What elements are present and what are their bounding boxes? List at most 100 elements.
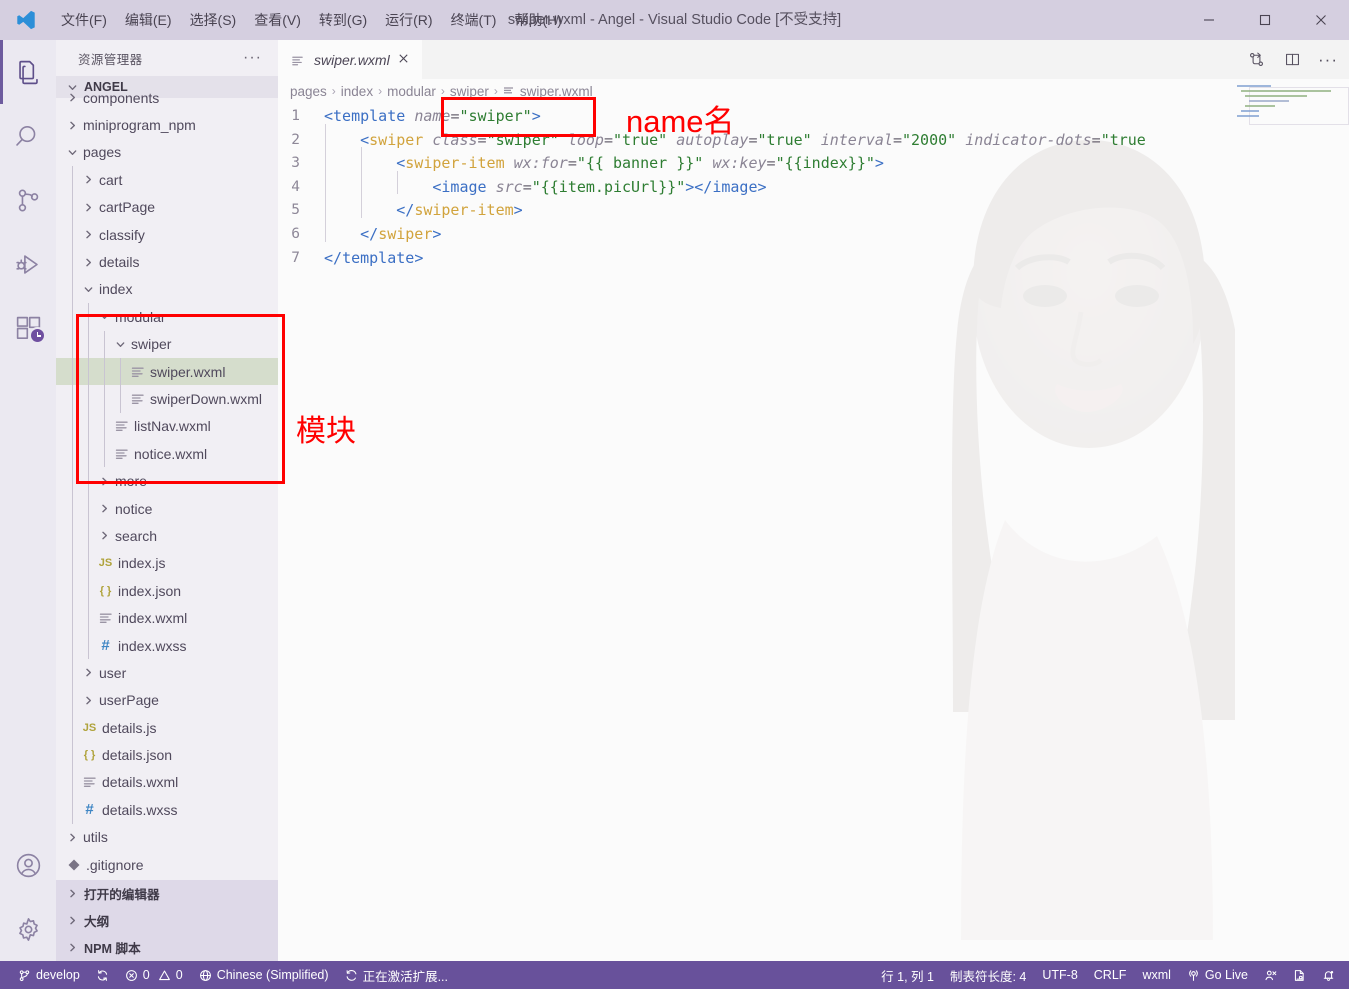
breadcrumb-item-modular[interactable]: modular: [387, 84, 436, 99]
minimize-icon[interactable]: [1181, 0, 1237, 40]
chevron-right-icon[interactable]: [80, 202, 96, 213]
breadcrumb-item-file[interactable]: swiper.wxml: [503, 84, 593, 99]
tree-item-swiperdown-wxml[interactable]: swiperDown.wxml: [56, 385, 278, 413]
tree-item--gitignore[interactable]: .gitignore: [56, 851, 278, 878]
code-editor-content[interactable]: 1 <template name="swiper"> 2 <swiper class…: [278, 103, 1349, 270]
chevron-right-icon[interactable]: [80, 257, 96, 268]
ellipsis-icon[interactable]: ···: [243, 50, 262, 66]
chevron-down-icon[interactable]: [112, 339, 128, 350]
tree-item-details-wxss[interactable]: # details.wxss: [56, 796, 278, 824]
tree-item-index-json[interactable]: { } index.json: [56, 577, 278, 605]
chevron-right-icon[interactable]: [80, 174, 96, 185]
editor-minimap[interactable]: [1235, 79, 1349, 961]
tree-item-details-json[interactable]: { } details.json: [56, 741, 278, 769]
more-actions-ellipsis-icon[interactable]: ···: [1313, 45, 1343, 75]
close-icon[interactable]: [1293, 0, 1349, 40]
tree-item-index-wxss[interactable]: # index.wxss: [56, 631, 278, 660]
code-line[interactable]: 3 <swiper-item wx:for="{{ banner }}" wx:…: [278, 147, 1349, 176]
tree-item-userpage[interactable]: userPage: [56, 686, 278, 714]
chevron-right-icon[interactable]: [64, 832, 80, 843]
tree-item-index-js[interactable]: JS index.js: [56, 549, 278, 578]
chevron-right-icon[interactable]: [64, 120, 80, 131]
chevron-right-icon[interactable]: [64, 92, 80, 103]
section-npm-scripts[interactable]: NPM 脚本: [56, 934, 278, 961]
tree-item-user[interactable]: user: [56, 659, 278, 687]
tree-item-cart[interactable]: cart: [56, 166, 278, 194]
activity-extensions[interactable]: [0, 296, 56, 360]
status-activating-extensions[interactable]: 正在激活扩展...: [337, 961, 456, 989]
split-editor-right-icon[interactable]: [1277, 45, 1307, 75]
open-preview-split-icon[interactable]: [1241, 45, 1271, 75]
tree-item-listnav-wxml[interactable]: listNav.wxml: [56, 412, 278, 441]
tree-item-pages[interactable]: pages: [56, 139, 278, 166]
status-sync[interactable]: [88, 961, 117, 989]
chevron-down-icon[interactable]: [80, 284, 96, 295]
status-language-pack[interactable]: Chinese (Simplified): [191, 961, 337, 989]
tree-item-search[interactable]: search: [56, 522, 278, 550]
menu-help[interactable]: 帮助(H): [505, 0, 570, 40]
code-line[interactable]: 1 <template name="swiper">: [278, 105, 1349, 129]
tab-swiper-wxml[interactable]: swiper.wxml: [278, 40, 422, 79]
section-outline[interactable]: 大纲: [56, 907, 278, 934]
menu-go[interactable]: 转到(G): [310, 0, 376, 40]
activity-explorer[interactable]: [0, 40, 56, 104]
code-line[interactable]: 2 <swiper class="swiper" loop="true" aut…: [278, 123, 1349, 153]
tree-item-notice-wxml[interactable]: notice.wxml: [56, 440, 278, 468]
maximize-icon[interactable]: [1237, 0, 1293, 40]
chevron-down-icon[interactable]: [64, 147, 80, 158]
activity-source-control[interactable]: [0, 168, 56, 232]
chevron-right-icon[interactable]: [96, 530, 112, 541]
tree-item-swiper-wxml[interactable]: swiper.wxml: [56, 357, 278, 386]
breadcrumb-item-index[interactable]: index: [341, 84, 373, 99]
section-open-editors[interactable]: 打开的编辑器: [56, 880, 278, 907]
status-cursor-position[interactable]: 行 1, 列 1: [873, 961, 942, 989]
tree-item-details-js[interactable]: JS details.js: [56, 713, 278, 742]
breadcrumb-item-swiper[interactable]: swiper: [450, 84, 489, 99]
close-icon[interactable]: [397, 52, 410, 68]
tree-item-more[interactable]: more: [56, 467, 278, 495]
tree-item-details-wxml[interactable]: details.wxml: [56, 768, 278, 797]
chevron-right-icon[interactable]: [80, 229, 96, 240]
chevron-down-icon[interactable]: [96, 311, 112, 322]
tree-item-notice[interactable]: notice: [56, 494, 278, 523]
chevron-right-icon[interactable]: [80, 695, 96, 706]
tree-item-index[interactable]: index: [56, 275, 278, 304]
activity-search[interactable]: [0, 104, 56, 168]
status-screencast[interactable]: [1285, 961, 1314, 989]
status-language-mode[interactable]: wxml: [1134, 961, 1178, 989]
status-live-share[interactable]: [1256, 961, 1285, 989]
menu-terminal[interactable]: 终端(T): [442, 0, 506, 40]
status-problems[interactable]: 0 0: [117, 961, 191, 989]
tree-item-cartpage[interactable]: cartPage: [56, 193, 278, 221]
code-line[interactable]: 6 </swiper>: [278, 217, 1349, 247]
file-tree[interactable]: components miniprogram_npm pages cart cartPa…: [56, 84, 278, 910]
status-branch[interactable]: develop: [10, 961, 88, 989]
tree-item-swiper[interactable]: swiper: [56, 330, 278, 358]
menu-edit[interactable]: 编辑(E): [116, 0, 181, 40]
activity-account[interactable]: [0, 833, 56, 897]
code-line[interactable]: 5 </swiper-item>: [278, 194, 1349, 223]
menu-run[interactable]: 运行(R): [376, 0, 441, 40]
chevron-right-icon[interactable]: [80, 667, 96, 678]
menu-file[interactable]: 文件(F): [52, 12, 116, 28]
chevron-right-icon[interactable]: [96, 503, 112, 514]
tree-item-index-wxml[interactable]: index.wxml: [56, 604, 278, 632]
code-line[interactable]: 4 <image src="{{item.picUrl}}"></image>: [278, 170, 1349, 200]
chevron-right-icon[interactable]: [96, 476, 112, 487]
status-eol[interactable]: CRLF: [1086, 961, 1135, 989]
breadcrumb-item-pages[interactable]: pages: [290, 84, 327, 99]
status-indentation[interactable]: 制表符长度: 4: [942, 961, 1034, 989]
activity-settings[interactable]: [0, 897, 56, 961]
tree-item-components[interactable]: components: [56, 84, 278, 111]
tree-item-details[interactable]: details: [56, 248, 278, 276]
activity-run-and-debug[interactable]: [0, 232, 56, 296]
status-encoding[interactable]: UTF-8: [1034, 961, 1085, 989]
tree-item-utils[interactable]: utils: [56, 824, 278, 851]
tree-item-miniprogram_npm[interactable]: miniprogram_npm: [56, 111, 278, 138]
code-line[interactable]: 7 </template>: [278, 247, 1349, 271]
status-go-live[interactable]: Go Live: [1179, 961, 1256, 989]
tree-item-classify[interactable]: classify: [56, 220, 278, 249]
status-notifications[interactable]: [1314, 961, 1343, 989]
menu-selection[interactable]: 选择(S): [181, 0, 246, 40]
menu-view[interactable]: 查看(V): [245, 0, 310, 40]
